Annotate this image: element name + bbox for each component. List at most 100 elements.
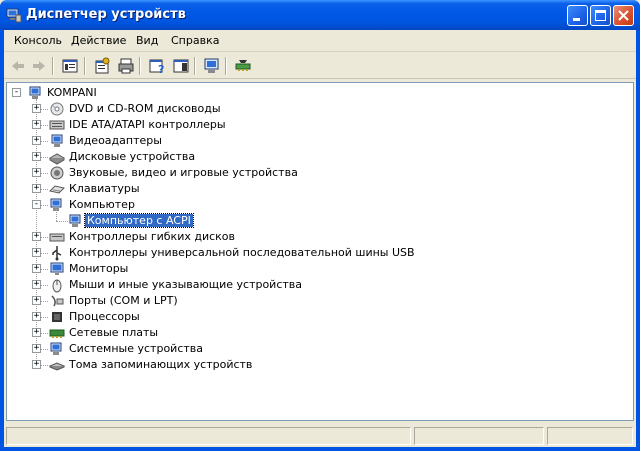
menu-view[interactable]: Вид — [136, 34, 158, 47]
svg-text:?: ? — [158, 63, 164, 76]
toolbar-separator — [194, 57, 196, 75]
computer-icon — [50, 198, 62, 211]
tree-category[interactable]: + Тома запоминающих устройств — [7, 357, 627, 373]
device-tree[interactable]: - KOMPANI + DVD и CD-ROM дисководы + IDE ATA/… — [6, 82, 634, 421]
back-arrow-icon[interactable] — [8, 56, 28, 76]
tree-category[interactable]: + Порты (COM и LPT) — [7, 293, 627, 309]
tree-category[interactable]: + Дисковые устройства — [7, 149, 627, 165]
tree-item-label: Мыши и иные указывающие устройства — [69, 278, 303, 291]
tree-item-label: Контроллеры гибких дисков — [69, 230, 236, 243]
print-icon[interactable] — [116, 56, 136, 76]
tree-expander[interactable]: + — [32, 168, 41, 177]
tree-item-label: Дисковые устройства — [69, 150, 196, 163]
tree-item-label: Мониторы — [69, 262, 129, 275]
minimize-icon — [573, 18, 580, 21]
tree-expander[interactable]: + — [32, 184, 41, 193]
tree-connector — [56, 209, 57, 221]
tree-category[interactable]: + Контроллеры гибких дисков — [7, 229, 627, 245]
window-title: Диспетчер устройств — [26, 7, 186, 22]
tree-expander[interactable]: + — [32, 344, 41, 353]
port-icon — [51, 295, 64, 307]
tree-expander[interactable]: + — [32, 152, 41, 161]
tree-expander[interactable]: + — [32, 296, 41, 305]
tree-category[interactable]: + Мыши и иные указывающие устройства — [7, 277, 627, 293]
menu-help[interactable]: Справка — [171, 34, 219, 47]
tree-root[interactable]: - KOMPANI — [7, 85, 627, 101]
tree-category[interactable]: + IDE ATA/ATAPI контроллеры — [7, 117, 627, 133]
tree-item-label: Компьютер с ACPI — [84, 213, 194, 228]
toolbar-separator — [225, 57, 227, 75]
tree-expander[interactable]: + — [32, 328, 41, 337]
tree-child-item[interactable]: Компьютер с ACPI — [7, 209, 627, 229]
tree-category[interactable]: - Компьютер — [7, 197, 627, 213]
tree-root-label: KOMPANI — [47, 86, 97, 99]
tree-category[interactable]: + Клавиатуры — [7, 181, 627, 197]
tree-category[interactable]: + Звуковые, видео и игровые устройства — [7, 165, 627, 181]
status-bar — [4, 425, 636, 447]
show-hide-action-pane-icon[interactable] — [171, 56, 191, 76]
toolbar-separator — [84, 57, 86, 75]
monitor-icon — [50, 262, 64, 275]
toolbar-separator — [52, 57, 54, 75]
tree-item-label: Процессоры — [69, 310, 140, 323]
mouse-icon — [52, 279, 62, 293]
tree-category[interactable]: + Системные устройства — [7, 341, 627, 357]
tree-category[interactable]: + Мониторы — [7, 261, 627, 277]
processor-icon — [52, 312, 62, 322]
tree-item-label: Системные устройства — [69, 342, 203, 355]
status-panel-main — [6, 427, 411, 445]
help-icon[interactable]: ? — [147, 56, 167, 76]
maximize-button[interactable] — [590, 5, 611, 26]
close-icon — [618, 10, 629, 21]
tree-expander[interactable]: + — [32, 248, 41, 257]
tree-category[interactable]: + Процессоры — [7, 309, 627, 325]
menu-console[interactable]: Консоль — [14, 34, 62, 47]
tree-item-label: IDE ATA/ATAPI контроллеры — [69, 118, 226, 131]
tree-category[interactable]: + Сетевые платы — [7, 325, 627, 341]
tree-item-label: Видеоадаптеры — [69, 134, 162, 147]
tree-expander[interactable]: + — [32, 360, 41, 369]
tree-expander[interactable]: + — [32, 280, 41, 289]
computer-icon — [69, 214, 81, 227]
window-client-area: Консоль Действие Вид Справка ? - KOMPANI… — [4, 30, 636, 447]
device-manager-icon — [6, 8, 22, 23]
update-driver-icon[interactable] — [233, 56, 253, 76]
minimize-button[interactable] — [567, 5, 588, 26]
toolbar-separator — [139, 57, 141, 75]
toolbar: ? — [4, 53, 636, 79]
device-manager-window: Диспетчер устройств Консоль Действие Вид… — [0, 0, 640, 451]
forward-arrow-icon[interactable] — [29, 56, 49, 76]
storage-volume-icon — [49, 362, 65, 371]
tree-expander[interactable]: + — [32, 136, 41, 145]
keyboard-icon — [49, 185, 65, 194]
menu-action[interactable]: Действие — [71, 34, 126, 47]
display-adapter-icon — [51, 134, 63, 147]
disk-drive-icon — [49, 153, 65, 165]
title-bar[interactable]: Диспетчер устройств — [0, 0, 640, 30]
status-panel-3 — [547, 427, 633, 445]
system-device-icon — [50, 342, 62, 355]
tree-expander[interactable]: + — [32, 232, 41, 241]
menu-bar: Консоль Действие Вид Справка — [4, 30, 636, 52]
tree-category[interactable]: + Видеоадаптеры — [7, 133, 627, 149]
cdrom-icon — [50, 102, 64, 116]
tree-item-label: Компьютер — [69, 198, 135, 211]
tree-category[interactable]: + DVD и CD-ROM дисководы — [7, 101, 627, 117]
properties-icon[interactable] — [92, 56, 112, 76]
floppy-controller-icon — [49, 233, 65, 242]
tree-expander[interactable]: + — [32, 120, 41, 129]
tree-connector — [56, 221, 68, 222]
tree-item-label: Звуковые, видео и игровые устройства — [69, 166, 298, 179]
show-hide-tree-icon[interactable] — [60, 56, 80, 76]
usb-icon — [52, 246, 62, 261]
tree-expander[interactable]: - — [32, 200, 41, 209]
tree-expander[interactable]: + — [32, 104, 41, 113]
tree-expander[interactable]: + — [32, 264, 41, 273]
scan-hardware-icon[interactable] — [202, 56, 222, 76]
status-panel-2 — [414, 427, 544, 445]
close-button[interactable] — [613, 5, 634, 26]
maximize-icon — [595, 10, 606, 21]
tree-expander[interactable]: + — [32, 312, 41, 321]
tree-category[interactable]: + Контроллеры универсальной последователь… — [7, 245, 627, 261]
tree-root-expander[interactable]: - — [12, 88, 21, 97]
